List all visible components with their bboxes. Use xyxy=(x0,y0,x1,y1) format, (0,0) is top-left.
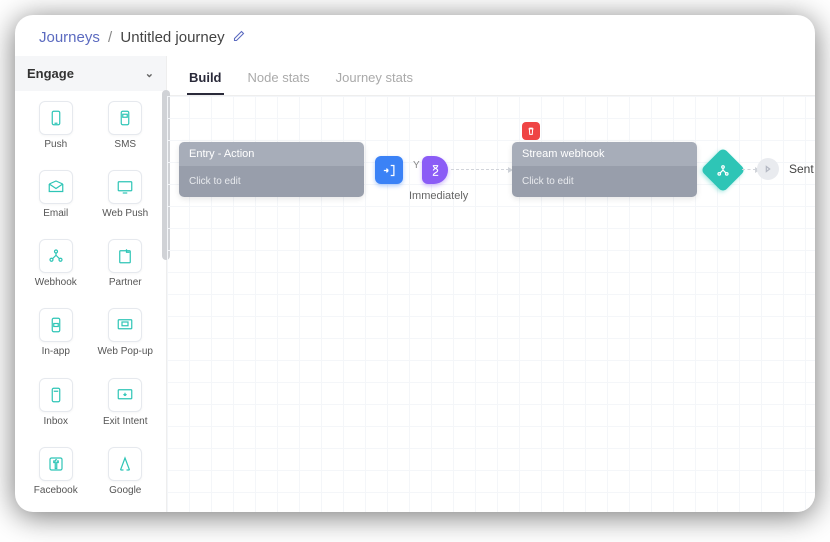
breadcrumb-current: Untitled journey xyxy=(120,29,224,46)
web-push-icon xyxy=(108,170,142,204)
sidebar-section-engage[interactable]: Engage ⌄ xyxy=(15,56,166,91)
entry-action-icon[interactable] xyxy=(375,156,403,184)
branch-y-label: Y xyxy=(413,160,420,171)
email-icon xyxy=(39,170,73,204)
palette-label: In-app xyxy=(42,346,70,358)
sidebar: Engage ⌄ Push SMS xyxy=(15,56,167,512)
palette-item-push[interactable]: Push xyxy=(23,97,89,160)
sms-icon xyxy=(108,101,142,135)
node-body: Click to edit xyxy=(512,166,697,197)
partner-icon xyxy=(108,239,142,273)
facebook-icon xyxy=(39,447,73,481)
node-entry-action[interactable]: Entry - Action Click to edit xyxy=(179,142,364,197)
terminal-label: Sent xyxy=(789,162,814,176)
webhook-node-icon[interactable] xyxy=(700,147,745,192)
tabs: Build Node stats Journey stats xyxy=(167,56,815,96)
palette: Push SMS Email xyxy=(15,91,166,512)
tab-journey-stats[interactable]: Journey stats xyxy=(334,62,415,95)
inbox-icon xyxy=(39,378,73,412)
palette-item-google[interactable]: Google xyxy=(93,443,159,506)
palette-item-webhook[interactable]: Webhook xyxy=(23,235,89,298)
node-body: Click to edit xyxy=(179,166,364,197)
breadcrumb: Journeys / Untitled journey xyxy=(15,15,815,56)
connector-arrow xyxy=(451,169,509,170)
palette-item-exit-intent[interactable]: Exit Intent xyxy=(93,374,159,437)
chevron-down-icon: ⌄ xyxy=(145,67,154,80)
palette-item-email[interactable]: Email xyxy=(23,166,89,229)
google-icon xyxy=(108,447,142,481)
tab-node-stats[interactable]: Node stats xyxy=(246,62,312,95)
journey-canvas[interactable]: Entry - Action Click to edit Y Immediate… xyxy=(167,96,815,512)
palette-label: Google xyxy=(109,485,141,497)
palette-item-inbox[interactable]: Inbox xyxy=(23,374,89,437)
tab-build[interactable]: Build xyxy=(187,62,224,95)
palette-item-partner[interactable]: Partner xyxy=(93,235,159,298)
web-popup-icon xyxy=(108,308,142,342)
terminal-node-icon[interactable] xyxy=(757,158,779,180)
exit-intent-icon xyxy=(108,378,142,412)
palette-item-sms[interactable]: SMS xyxy=(93,97,159,160)
palette-label: Webhook xyxy=(35,277,77,289)
palette-label: Facebook xyxy=(34,485,78,497)
edit-title-icon[interactable] xyxy=(233,30,245,42)
wait-icon[interactable] xyxy=(422,156,448,184)
sidebar-section-label: Engage xyxy=(27,66,74,81)
palette-label: Web Pop-up xyxy=(98,346,153,358)
breadcrumb-separator: / xyxy=(108,29,112,46)
node-stream-webhook[interactable]: Stream webhook Click to edit xyxy=(512,142,697,197)
inapp-icon xyxy=(39,308,73,342)
palette-label: Email xyxy=(43,208,68,220)
palette-label: Web Push xyxy=(102,208,148,220)
webhook-icon xyxy=(39,239,73,273)
connector-arrow xyxy=(742,169,756,170)
push-icon xyxy=(39,101,73,135)
palette-label: Push xyxy=(44,139,67,151)
node-title: Entry - Action xyxy=(179,142,364,166)
palette-item-facebook[interactable]: Facebook xyxy=(23,443,89,506)
palette-item-web-push[interactable]: Web Push xyxy=(93,166,159,229)
palette-item-web-popup[interactable]: Web Pop-up xyxy=(93,304,159,367)
palette-item-inapp[interactable]: In-app xyxy=(23,304,89,367)
palette-label: Inbox xyxy=(44,416,68,428)
palette-label: Exit Intent xyxy=(103,416,147,428)
wait-label: Immediately xyxy=(409,190,468,202)
palette-label: Partner xyxy=(109,277,142,289)
delete-node-icon[interactable] xyxy=(522,122,540,140)
palette-label: SMS xyxy=(114,139,136,151)
node-title: Stream webhook xyxy=(512,142,697,166)
breadcrumb-link-journeys[interactable]: Journeys xyxy=(39,29,100,46)
